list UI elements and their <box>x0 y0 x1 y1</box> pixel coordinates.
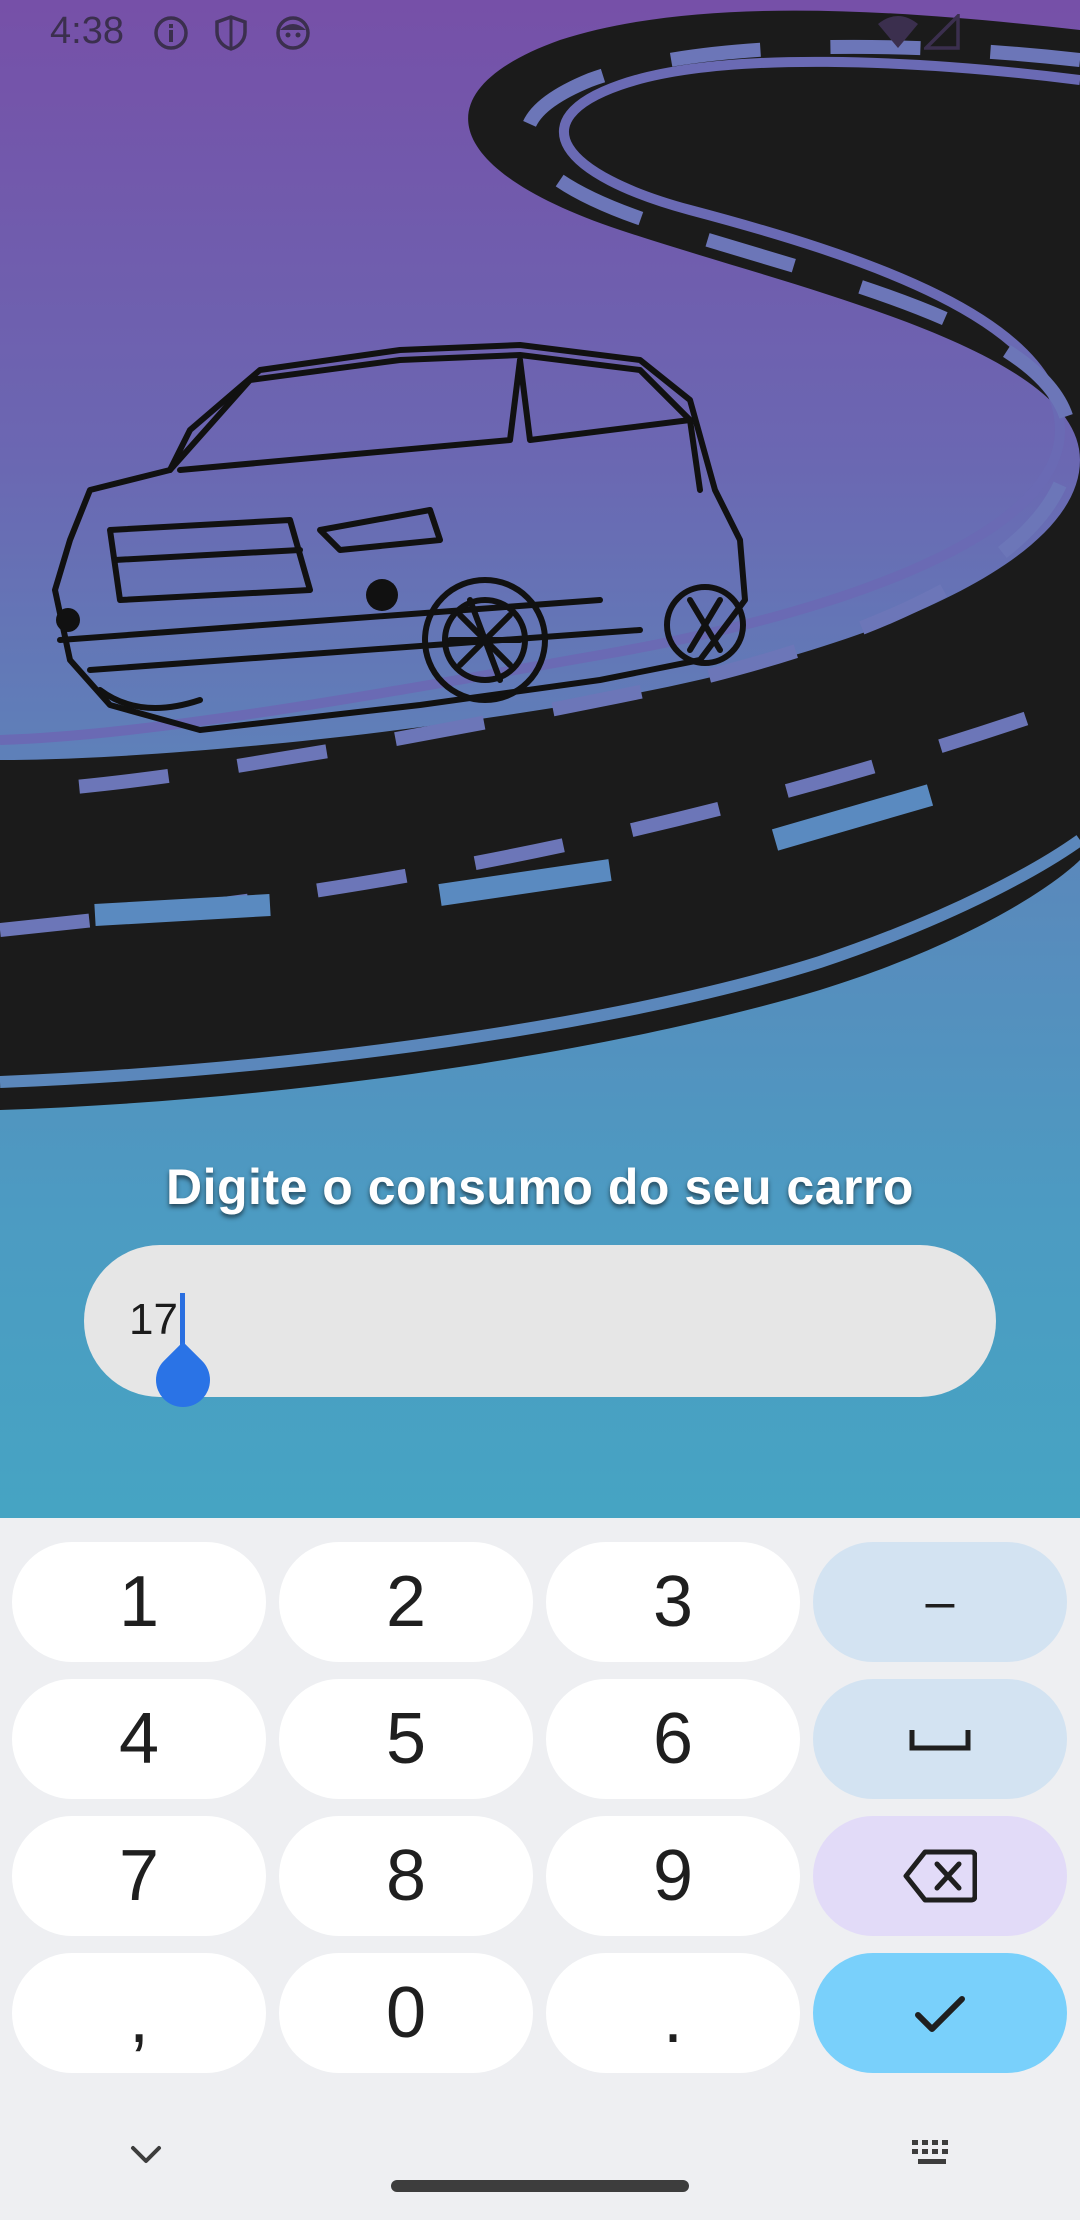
input-value: 17 <box>129 1295 178 1344</box>
key-7[interactable]: 7 <box>12 1816 266 1936</box>
car-headlight-right <box>366 579 398 611</box>
home-indicator[interactable] <box>391 2180 689 2192</box>
key-1[interactable]: 1 <box>12 1542 266 1662</box>
key-4[interactable]: 4 <box>12 1679 266 1799</box>
key-6[interactable]: 6 <box>546 1679 800 1799</box>
shield-icon <box>215 15 247 51</box>
info-icon <box>154 16 188 50</box>
caret-handle[interactable] <box>144 1341 222 1419</box>
status-bar: 4:38 <box>0 0 1080 66</box>
car-outline <box>52 342 748 733</box>
key-comma[interactable]: , <box>12 1953 266 2073</box>
key-enter[interactable] <box>813 1953 1067 2073</box>
numeric-keyboard: 1 2 3 – 4 5 6 7 8 9 , 0 . <box>0 1518 1080 2220</box>
switch-keyboard-icon[interactable] <box>910 2138 956 2168</box>
check-icon <box>915 1996 965 2032</box>
key-8[interactable]: 8 <box>279 1816 533 1936</box>
key-5[interactable]: 5 <box>279 1679 533 1799</box>
app-screen: 4:38 Digite o consumo do seu carro 17 <box>0 0 1080 1518</box>
key-period-label: . <box>662 1978 683 2058</box>
key-2[interactable]: 2 <box>279 1542 533 1662</box>
key-minus[interactable]: – <box>813 1542 1067 1662</box>
wifi-icon <box>878 16 918 48</box>
key-space[interactable] <box>813 1679 1067 1799</box>
consumption-input[interactable]: 17 <box>84 1245 996 1419</box>
backspace-icon <box>903 1849 977 1903</box>
space-icon <box>909 1730 971 1751</box>
hide-keyboard-icon[interactable] <box>128 2142 164 2166</box>
road-car-illustration <box>0 10 1080 1110</box>
key-comma-label: , <box>128 1978 149 2058</box>
key-period[interactable]: . <box>546 1953 800 2073</box>
key-3[interactable]: 3 <box>546 1542 800 1662</box>
status-time: 4:38 <box>50 10 124 52</box>
key-0[interactable]: 0 <box>279 1953 533 2073</box>
key-9[interactable]: 9 <box>546 1816 800 1936</box>
face-icon <box>276 16 310 50</box>
car-headlight-left <box>56 608 80 632</box>
signal-icon <box>924 14 960 50</box>
page-title: Digite o consumo do seu carro <box>166 1159 914 1215</box>
key-backspace[interactable] <box>813 1816 1067 1936</box>
